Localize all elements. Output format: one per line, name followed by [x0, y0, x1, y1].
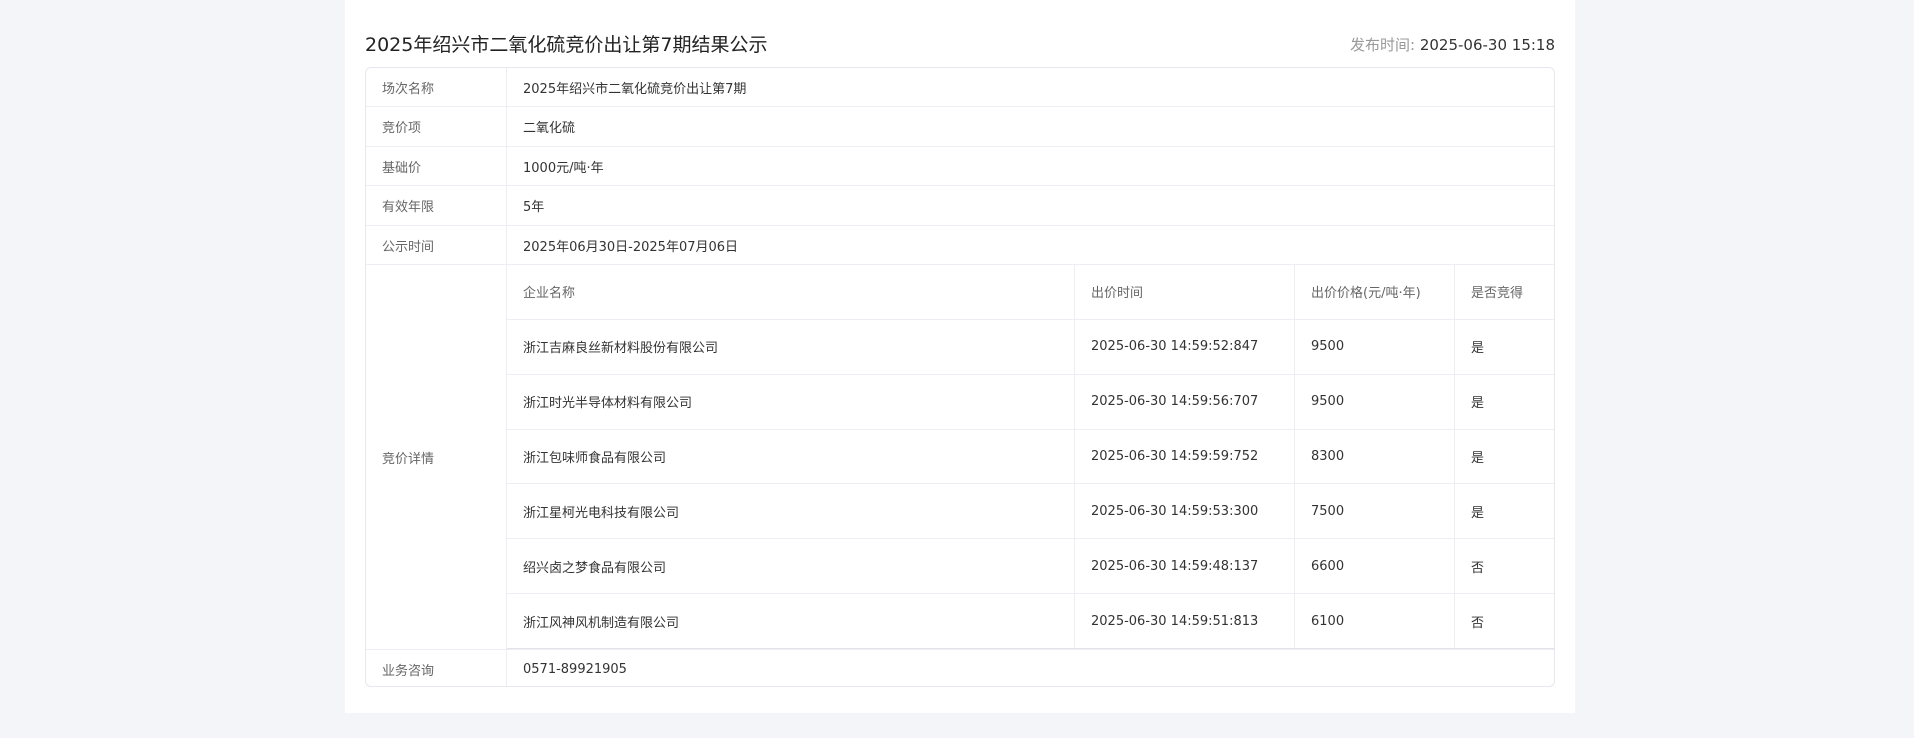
- validity-label: 有效年限: [366, 186, 507, 225]
- bid-price-cell: 6600: [1294, 539, 1454, 594]
- company-cell: 浙江时光半导体材料有限公司: [523, 396, 693, 412]
- table-row: 浙江吉麻良丝新材料股份有限公司 2025-06-30 14:59:52:847 …: [507, 319, 1554, 375]
- bid-price-cell: 9500: [1294, 374, 1454, 429]
- session-label: 场次名称: [366, 68, 507, 106]
- base-price-label: 基础价: [366, 147, 507, 185]
- base-price-value: 1000元/吨·年: [523, 160, 604, 176]
- table-row: 绍兴卤之梦食品有限公司 2025-06-30 14:59:48:137 6600…: [507, 539, 1554, 595]
- validity-value: 5年: [523, 200, 545, 215]
- bid-time-cell: 2025-06-30 14:59:51:813: [1074, 594, 1294, 649]
- page-title: 2025年绍兴市二氧化硫竞价出让第7期结果公示: [365, 34, 768, 56]
- bid-price-cell: 6100: [1294, 594, 1454, 649]
- result-panel: 2025年绍兴市二氧化硫竞价出让第7期结果公示 发布时间: 2025-06-30…: [345, 0, 1575, 713]
- info-row-item: 竞价项 二氧化硫: [366, 107, 1554, 147]
- company-cell: 浙江星柯光电科技有限公司: [523, 505, 680, 521]
- bid-table-header: 企业名称 出价时间 出价价格(元/吨·年) 是否竞得: [507, 265, 1554, 320]
- session-value: 2025年绍兴市二氧化硫竞价出让第7期: [523, 81, 747, 97]
- page-header: 2025年绍兴市二氧化硫竞价出让第7期结果公示 发布时间: 2025-06-30…: [365, 28, 1555, 58]
- bid-time-cell: 2025-06-30 14:59:48:137: [1074, 539, 1294, 594]
- publish-time: 2025-06-30 15:18: [1419, 36, 1555, 54]
- bid-time-cell: 2025-06-30 14:59:56:707: [1074, 374, 1294, 429]
- won-cell: 否: [1454, 539, 1554, 594]
- company-cell: 浙江吉麻良丝新材料股份有限公司: [523, 341, 719, 357]
- won-cell: 否: [1454, 594, 1554, 649]
- item-value: 二氧化硫: [523, 121, 576, 136]
- company-cell: 浙江风神风机制造有限公司: [523, 615, 680, 631]
- column-header-bid-price: 出价价格(元/吨·年): [1294, 265, 1454, 319]
- column-header-bid-time: 出价时间: [1074, 265, 1294, 319]
- publish-info: 发布时间: 2025-06-30 15:18: [1350, 34, 1555, 55]
- bid-time-cell: 2025-06-30 14:59:59:752: [1074, 429, 1294, 484]
- won-cell: 是: [1454, 484, 1554, 539]
- item-label: 竞价项: [366, 107, 507, 146]
- info-row-base-price: 基础价 1000元/吨·年: [366, 147, 1554, 186]
- company-cell: 绍兴卤之梦食品有限公司: [523, 560, 667, 576]
- bid-price-cell: 8300: [1294, 429, 1454, 484]
- won-cell: 是: [1454, 374, 1554, 429]
- won-cell: 是: [1454, 429, 1554, 484]
- bid-details-label: 竞价详情: [366, 265, 507, 649]
- info-row-bid-details: 竞价详情 企业名称 出价时间 出价价格(元/吨·年) 是否竞得 浙江吉麻良丝新材…: [366, 265, 1554, 650]
- bid-time-cell: 2025-06-30 14:59:53:300: [1074, 484, 1294, 539]
- contact-label: 业务咨询: [366, 650, 507, 686]
- company-cell: 浙江包味师食品有限公司: [523, 451, 667, 466]
- bid-time-cell: 2025-06-30 14:59:52:847: [1074, 319, 1294, 374]
- table-row: 浙江时光半导体材料有限公司 2025-06-30 14:59:56:707 95…: [507, 374, 1554, 430]
- info-row-contact: 业务咨询 0571-89921905: [366, 650, 1554, 686]
- info-row-session: 场次名称 2025年绍兴市二氧化硫竞价出让第7期: [366, 68, 1554, 107]
- notice-value: 2025年06月30日-2025年07月06日: [523, 239, 739, 255]
- bid-table: 企业名称 出价时间 出价价格(元/吨·年) 是否竞得 浙江吉麻良丝新材料股份有限…: [507, 265, 1554, 650]
- bid-price-cell: 7500: [1294, 484, 1454, 539]
- table-row: 浙江包味师食品有限公司 2025-06-30 14:59:59:752 8300…: [507, 429, 1554, 485]
- won-cell: 是: [1454, 319, 1554, 374]
- table-row: 浙江星柯光电科技有限公司 2025-06-30 14:59:53:300 750…: [507, 484, 1554, 540]
- bid-price-cell: 9500: [1294, 319, 1454, 374]
- publish-label: 发布时间:: [1349, 36, 1416, 54]
- result-info-table: 场次名称 2025年绍兴市二氧化硫竞价出让第7期 竞价项 二氧化硫 基础价 10…: [365, 67, 1555, 687]
- info-row-notice: 公示时间 2025年06月30日-2025年07月06日: [366, 226, 1554, 265]
- table-row: 浙江风神风机制造有限公司 2025-06-30 14:59:51:813 610…: [507, 594, 1554, 650]
- column-header-won: 是否竞得: [1454, 265, 1554, 319]
- column-header-company: 企业名称: [523, 286, 576, 302]
- notice-label: 公示时间: [366, 226, 507, 264]
- info-row-validity: 有效年限 5年: [366, 186, 1554, 226]
- contact-phone: 0571-89921905: [523, 662, 627, 677]
